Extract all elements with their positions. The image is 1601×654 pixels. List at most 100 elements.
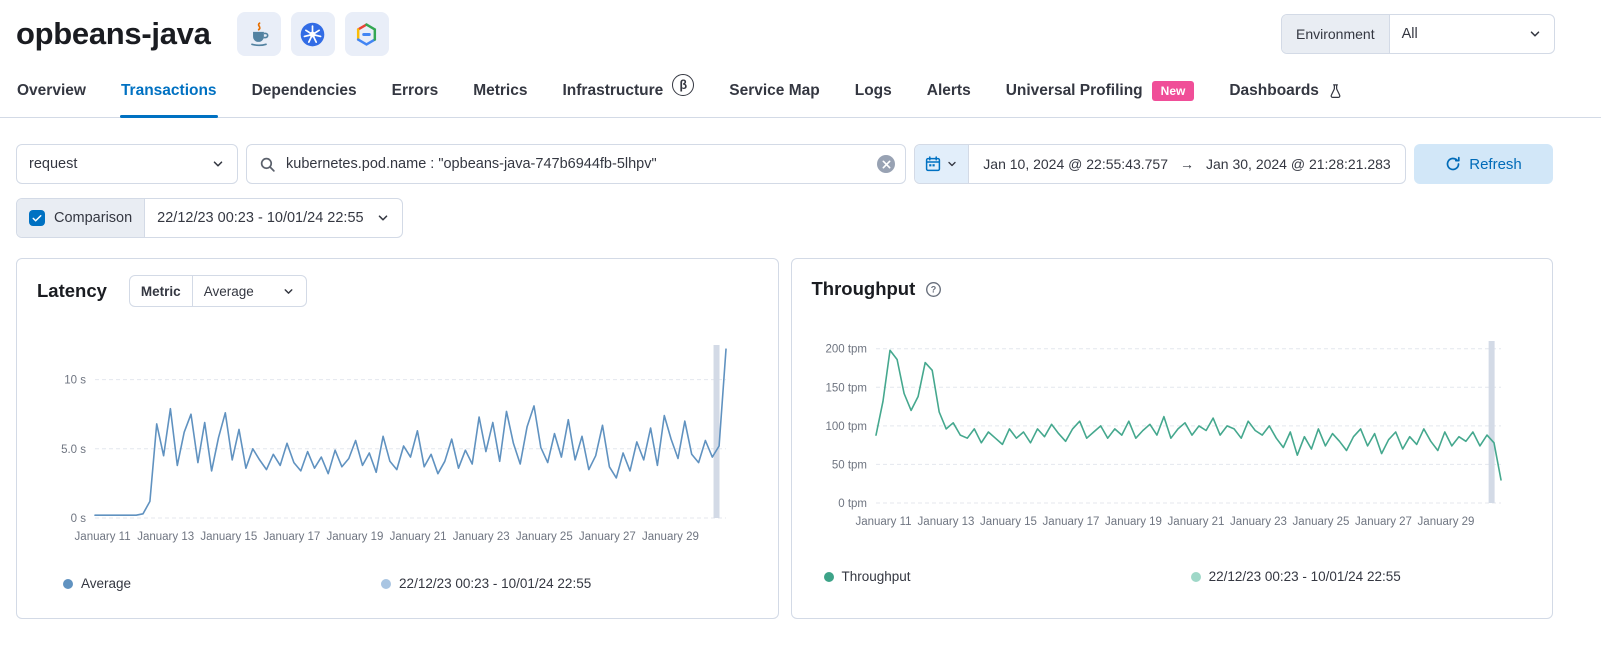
date-range-picker: Jan 10, 2024 @ 22:55:43.757 → Jan 30, 20… — [914, 144, 1406, 184]
tab-metrics[interactable]: Metrics — [472, 72, 528, 117]
service-title: opbeans-java — [16, 16, 211, 52]
svg-text:?: ? — [931, 284, 937, 294]
tab-errors[interactable]: Errors — [391, 72, 440, 117]
comparison-range-select[interactable]: 22/12/23 00:23 - 10/01/24 22:55 — [145, 199, 401, 237]
tab-infrastructure[interactable]: Infrastructure β — [561, 72, 695, 117]
environment-filter[interactable]: Environment All — [1281, 14, 1555, 54]
check-icon — [31, 212, 43, 224]
tab-logs[interactable]: Logs — [854, 72, 893, 117]
tab-dashboards[interactable]: Dashboards — [1228, 72, 1344, 117]
latency-title: Latency — [37, 280, 107, 302]
comparison-control: Comparison 22/12/23 00:23 - 10/01/24 22:… — [16, 198, 403, 238]
service-tabs: Overview Transactions Dependencies Error… — [0, 56, 1601, 118]
environment-value: All — [1402, 26, 1418, 42]
chevron-down-icon — [1528, 27, 1542, 41]
svg-text:January 13: January 13 — [917, 516, 974, 528]
comparison-range-value: 22/12/23 00:23 - 10/01/24 22:55 — [157, 210, 363, 226]
metric-select[interactable]: Average — [193, 276, 306, 306]
tab-universal-profiling[interactable]: Universal Profiling New — [1005, 72, 1196, 117]
beta-badge: β — [672, 74, 694, 96]
svg-text:January 13: January 13 — [137, 531, 194, 543]
svg-text:January 21: January 21 — [1167, 516, 1224, 528]
svg-text:January 27: January 27 — [579, 531, 636, 543]
legend-item[interactable]: 22/12/23 00:23 - 10/01/24 22:55 — [1191, 569, 1401, 584]
comparison-toggle: Comparison — [17, 199, 145, 237]
environment-label: Environment — [1282, 15, 1390, 53]
chevron-down-icon — [376, 211, 390, 225]
clear-search-button[interactable] — [877, 155, 895, 173]
svg-text:January 11: January 11 — [75, 531, 131, 543]
svg-text:January 19: January 19 — [1105, 516, 1162, 528]
question-mark-icon[interactable]: ? — [925, 281, 942, 298]
svg-text:5.0 s: 5.0 s — [61, 444, 86, 456]
chevron-down-icon — [946, 158, 958, 170]
svg-text:150 tpm: 150 tpm — [825, 382, 867, 394]
latency-legend: Average 22/12/23 00:23 - 10/01/24 22:55 — [37, 576, 758, 591]
chevron-down-icon — [211, 157, 225, 171]
tab-transactions[interactable]: Transactions — [120, 72, 218, 117]
calendar-icon — [925, 156, 941, 172]
filter-bar: request Jan 10, 2024 @ 22:55:43.757 → Ja… — [0, 118, 1601, 184]
legend-dot — [1191, 572, 1201, 582]
svg-text:January 23: January 23 — [453, 531, 510, 543]
svg-text:January 15: January 15 — [200, 531, 257, 543]
tab-service-map[interactable]: Service Map — [728, 72, 820, 117]
svg-text:January 15: January 15 — [980, 516, 1037, 528]
comparison-row: Comparison 22/12/23 00:23 - 10/01/24 22:… — [0, 184, 1601, 238]
tab-overview[interactable]: Overview — [16, 72, 87, 117]
throughput-panel: Throughput ? 0 tpm50 tpm100 tpm150 tpm20… — [791, 258, 1554, 619]
agent-icons — [237, 12, 389, 56]
comparison-label: Comparison — [54, 210, 132, 226]
svg-text:10 s: 10 s — [64, 375, 86, 387]
tab-dependencies[interactable]: Dependencies — [251, 72, 358, 117]
legend-dot — [381, 579, 391, 589]
tab-alerts[interactable]: Alerts — [926, 72, 972, 117]
svg-text:January 29: January 29 — [642, 531, 699, 543]
start-date-button[interactable]: Jan 10, 2024 @ 22:55:43.757 — [983, 156, 1168, 172]
search-icon — [259, 156, 276, 173]
svg-text:January 21: January 21 — [390, 531, 447, 543]
svg-text:0 s: 0 s — [71, 513, 87, 525]
latency-chart: 0 s 5.0 s 10 s January 11 January 13 January … — [37, 333, 752, 548]
kql-search-box — [246, 144, 906, 184]
svg-text:January 17: January 17 — [1042, 516, 1099, 528]
metric-label: Metric — [130, 276, 193, 306]
refresh-icon — [1445, 156, 1461, 172]
legend-item[interactable]: 22/12/23 00:23 - 10/01/24 22:55 — [381, 576, 591, 591]
svg-text:200 tpm: 200 tpm — [825, 344, 867, 356]
svg-text:January 19: January 19 — [327, 531, 384, 543]
latency-metric-control: Metric Average — [129, 275, 307, 307]
svg-text:January 25: January 25 — [516, 531, 573, 543]
throughput-legend: Throughput 22/12/23 00:23 - 10/01/24 22:… — [812, 569, 1533, 584]
svg-text:January 23: January 23 — [1230, 516, 1287, 528]
svg-text:100 tpm: 100 tpm — [825, 421, 867, 433]
svg-text:January 11: January 11 — [855, 516, 911, 528]
svg-text:January 17: January 17 — [263, 531, 320, 543]
svg-text:January 29: January 29 — [1417, 516, 1474, 528]
new-badge: New — [1152, 81, 1195, 101]
page-header: opbeans-java — [0, 0, 1601, 56]
environment-select[interactable]: All — [1390, 15, 1554, 53]
charts-row: Latency Metric Average 0 s 5.0 s 10 s Janua… — [0, 238, 1601, 619]
transaction-type-select[interactable]: request — [16, 144, 238, 184]
legend-dot — [63, 579, 73, 589]
gcp-icon — [345, 12, 389, 56]
end-date-button[interactable]: Jan 30, 2024 @ 21:28:21.283 — [1206, 156, 1391, 172]
svg-text:January 25: January 25 — [1292, 516, 1349, 528]
throughput-chart: 0 tpm50 tpm100 tpm150 tpm200 tpmJanuary … — [812, 333, 1527, 533]
refresh-button[interactable]: Refresh — [1414, 144, 1553, 184]
svg-text:January 27: January 27 — [1355, 516, 1412, 528]
chevron-down-icon — [282, 285, 295, 298]
date-range-values: Jan 10, 2024 @ 22:55:43.757 → Jan 30, 20… — [969, 156, 1405, 172]
search-input[interactable] — [286, 156, 867, 172]
quick-select-menu-button[interactable] — [915, 145, 969, 183]
java-icon — [237, 12, 281, 56]
legend-dot — [824, 572, 834, 582]
legend-item[interactable]: Throughput — [824, 569, 911, 584]
legend-item[interactable]: Average — [63, 576, 131, 591]
close-icon — [882, 160, 891, 169]
throughput-title: Throughput — [812, 278, 916, 300]
comparison-checkbox[interactable] — [29, 210, 45, 226]
latency-panel: Latency Metric Average 0 s 5.0 s 10 s Janua… — [16, 258, 779, 619]
svg-text:0 tpm: 0 tpm — [838, 498, 867, 510]
